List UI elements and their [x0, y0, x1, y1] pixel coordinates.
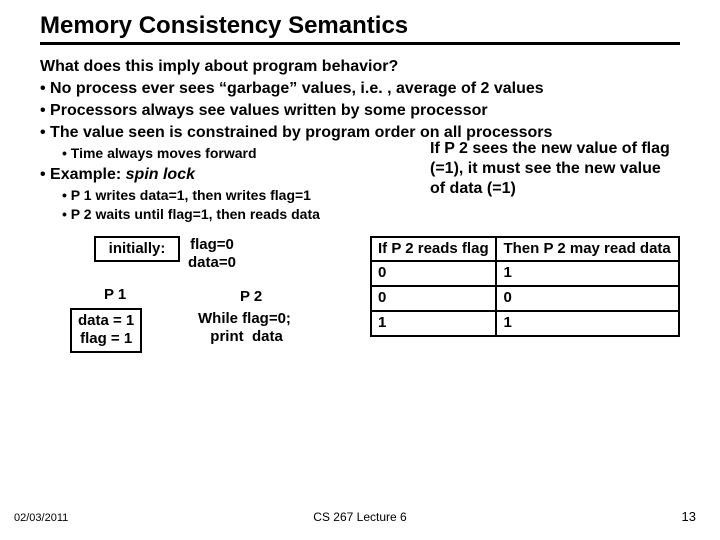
footer-page: 13: [682, 509, 696, 524]
table-row: 0 0: [371, 286, 679, 311]
th-read-data: Then P 2 may read data: [496, 237, 679, 262]
cell: 0: [371, 286, 496, 311]
p1-label: P 1: [104, 286, 126, 305]
p1-body: data = 1 flag = 1: [70, 308, 142, 354]
slide: Memory Consistency Semantics What does t…: [0, 0, 720, 540]
table-row: 0 1: [371, 261, 679, 286]
bullet-2: Processors always see values written by …: [40, 101, 680, 121]
sub-time: Time always moves forward: [40, 145, 424, 163]
p2-body: While flag=0; print data: [198, 310, 291, 348]
sub-ex2: P 2 waits until flag=1, then reads data: [40, 206, 424, 224]
cell: 1: [496, 311, 679, 336]
sub-ex1: P 1 writes data=1, then writes flag=1: [40, 187, 424, 205]
initially-values: flag=0 data=0: [188, 236, 236, 274]
p2-label: P 2: [240, 288, 262, 307]
example-label: Example:: [50, 166, 126, 183]
th-reads-flag: If P 2 reads flag: [371, 237, 496, 262]
cell: 0: [371, 261, 496, 286]
footer-date: 02/03/2011: [14, 512, 68, 524]
cell: 1: [371, 311, 496, 336]
cell: 1: [496, 261, 679, 286]
example-em: spin lock: [126, 166, 195, 183]
lead-question: What does this imply about program behav…: [40, 57, 680, 77]
truth-table: If P 2 reads flag Then P 2 may read data…: [370, 232, 680, 337]
side-note: If P 2 sees the new value of flag (=1), …: [424, 139, 680, 226]
example-line: Example: spin lock: [40, 165, 424, 185]
bullet-1: No process ever sees “garbage” values, i…: [40, 79, 680, 99]
diagram: initially: flag=0 data=0 P 1 P 2 data = …: [40, 232, 370, 337]
initially-label: initially:: [94, 236, 180, 263]
table-row: 1 1: [371, 311, 679, 336]
slide-title: Memory Consistency Semantics: [40, 12, 680, 45]
footer-center: CS 267 Lecture 6: [313, 510, 406, 524]
content-area: What does this imply about program behav…: [40, 57, 680, 337]
cell: 0: [496, 286, 679, 311]
